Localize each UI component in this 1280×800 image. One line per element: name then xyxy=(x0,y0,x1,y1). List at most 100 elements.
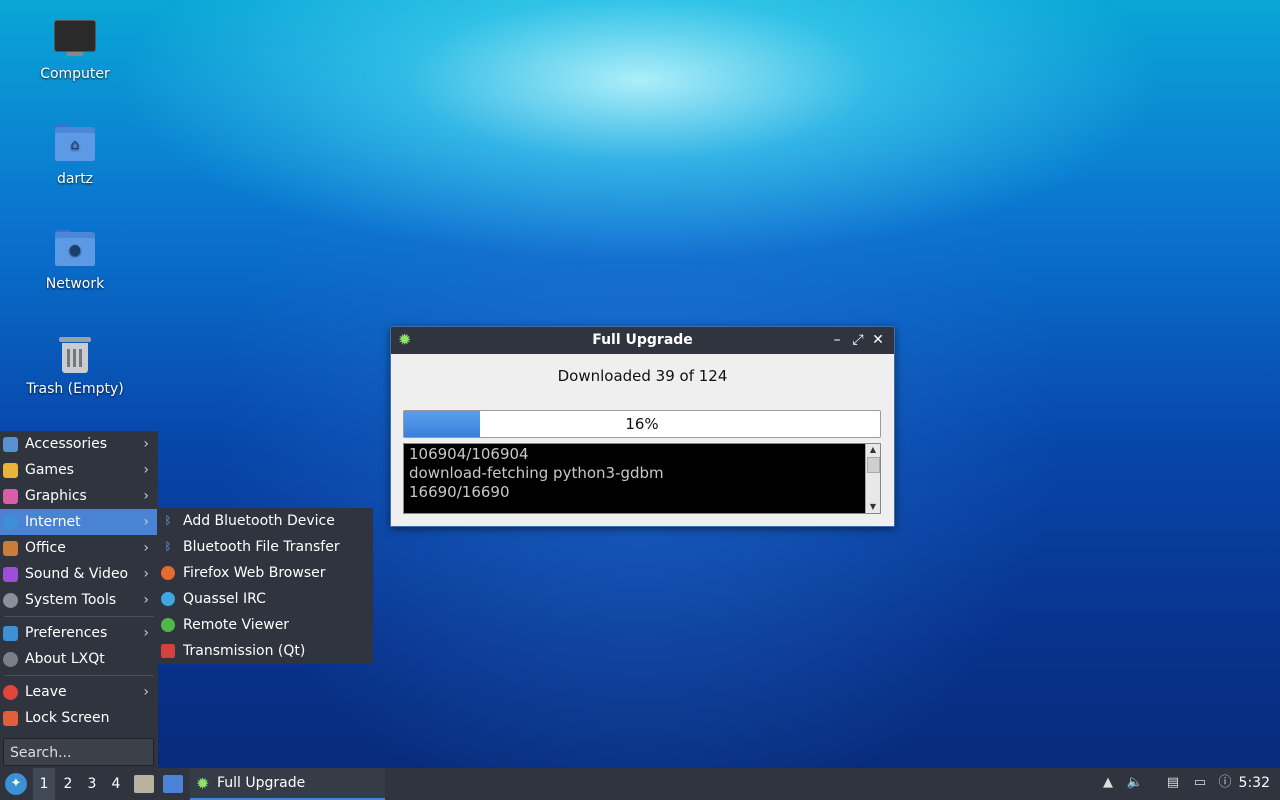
submenu-item-add-bluetooth[interactable]: ᛒ Add Bluetooth Device xyxy=(157,508,373,534)
menu-item-label: Preferences xyxy=(25,625,108,641)
menu-item-office[interactable]: Office › xyxy=(0,535,158,561)
menu-item-internet[interactable]: Internet › xyxy=(0,509,158,535)
clipboard-icon[interactable]: ▤ xyxy=(1164,774,1182,792)
submenu-item-label: Transmission (Qt) xyxy=(183,643,306,659)
file-manager-launcher-icon[interactable] xyxy=(134,775,154,793)
submenu-item-remote-viewer[interactable]: Remote Viewer xyxy=(157,612,373,638)
remote-viewer-icon xyxy=(161,618,175,632)
desktop-switch-2[interactable]: 2 xyxy=(57,768,79,800)
log-line: download-fetching python3-gdbm xyxy=(409,464,664,482)
sound-video-icon xyxy=(3,567,18,582)
preferences-icon xyxy=(3,626,18,641)
menu-item-about[interactable]: About LXQt xyxy=(0,646,158,672)
menu-search-input[interactable]: Search... xyxy=(3,738,154,766)
log-output[interactable]: 106904/106904 download-fetching python3-… xyxy=(403,443,881,514)
volume-icon[interactable]: 🔈 xyxy=(1126,774,1144,792)
application-menu: Accessories › Games › Graphics › Interne… xyxy=(0,431,158,768)
menu-separator xyxy=(4,616,154,617)
graphics-icon xyxy=(3,489,18,504)
start-menu-button[interactable]: ✦ xyxy=(5,773,27,795)
submenu-item-label: Firefox Web Browser xyxy=(183,565,326,581)
window-title: Full Upgrade xyxy=(592,332,693,348)
desktop-icon-label: Computer xyxy=(40,66,110,82)
submenu-item-label: Remote Viewer xyxy=(183,617,290,633)
desktop-switch-3[interactable]: 3 xyxy=(81,768,103,800)
progress-bar: 16% xyxy=(403,410,881,438)
log-scrollbar[interactable]: ▲ ▼ xyxy=(865,444,880,513)
info-icon xyxy=(3,652,18,667)
accessories-icon xyxy=(3,437,18,452)
network-folder-icon: ● xyxy=(53,228,97,272)
chevron-right-icon: › xyxy=(143,625,149,641)
minimize-button[interactable]: – xyxy=(829,331,845,349)
task-label: Full Upgrade xyxy=(217,775,306,791)
desktop-icon-label: Trash (Empty) xyxy=(26,381,124,397)
menu-item-system-tools[interactable]: System Tools › xyxy=(0,587,158,613)
menu-item-sound-video[interactable]: Sound & Video › xyxy=(0,561,158,587)
app-gear-icon: ✹ xyxy=(196,774,210,793)
notification-icon[interactable]: ⓘ xyxy=(1216,774,1234,792)
submenu-item-label: Bluetooth File Transfer xyxy=(183,539,340,555)
log-line: 16690/16690 xyxy=(409,483,510,501)
internet-submenu: ᛒ Add Bluetooth Device ᛒ Bluetooth File … xyxy=(157,508,373,664)
progress-label: 16% xyxy=(625,415,659,433)
desktop-icon-computer[interactable]: Computer xyxy=(20,18,130,82)
menu-item-label: System Tools xyxy=(25,592,117,608)
close-button[interactable]: ✕ xyxy=(870,331,886,349)
chevron-right-icon: › xyxy=(143,488,149,504)
show-desktop-icon[interactable] xyxy=(163,775,183,793)
menu-separator xyxy=(4,675,154,676)
home-folder-icon: ⌂ xyxy=(53,123,97,167)
transmission-icon xyxy=(161,644,175,658)
window-titlebar[interactable]: ✹ Full Upgrade – ⤢ ✕ xyxy=(391,327,894,354)
firefox-icon xyxy=(161,566,175,580)
menu-item-lock-screen[interactable]: Lock Screen xyxy=(0,705,158,731)
games-icon xyxy=(3,463,18,478)
menu-item-games[interactable]: Games › xyxy=(0,457,158,483)
submenu-item-bluetooth-transfer[interactable]: ᛒ Bluetooth File Transfer xyxy=(157,534,373,560)
full-upgrade-window: ✹ Full Upgrade – ⤢ ✕ Downloaded 39 of 12… xyxy=(390,326,895,527)
menu-item-leave[interactable]: Leave › xyxy=(0,679,158,705)
lock-icon xyxy=(3,711,18,726)
menu-item-label: Games xyxy=(25,462,74,478)
download-status: Downloaded 39 of 124 xyxy=(557,367,728,385)
chevron-right-icon: › xyxy=(143,540,149,556)
desktop-icon-label: dartz xyxy=(56,171,94,187)
menu-item-graphics[interactable]: Graphics › xyxy=(0,483,158,509)
maximize-button[interactable]: ⤢ xyxy=(850,331,866,349)
menu-item-label: Office xyxy=(25,540,66,556)
menu-item-preferences[interactable]: Preferences › xyxy=(0,620,158,646)
task-full-upgrade[interactable]: ✹ Full Upgrade xyxy=(190,768,385,800)
chevron-right-icon: › xyxy=(143,566,149,582)
chevron-right-icon: › xyxy=(143,514,149,530)
desktop-switch-4[interactable]: 4 xyxy=(105,768,127,800)
submenu-item-label: Add Bluetooth Device xyxy=(183,513,335,529)
submenu-item-firefox[interactable]: Firefox Web Browser xyxy=(157,560,373,586)
chevron-right-icon: › xyxy=(143,436,149,452)
desktop-icon-trash[interactable]: Trash (Empty) xyxy=(20,333,130,397)
scroll-up-arrow-icon[interactable]: ▲ xyxy=(866,444,880,456)
quassel-icon xyxy=(161,592,175,606)
submenu-item-quassel[interactable]: Quassel IRC xyxy=(157,586,373,612)
log-line: 106904/106904 xyxy=(409,445,529,463)
menu-item-label: Leave xyxy=(25,684,67,700)
desktop-switch-1[interactable]: 1 xyxy=(33,768,55,800)
clock[interactable]: 5:32 xyxy=(1239,775,1270,791)
submenu-item-label: Quassel IRC xyxy=(183,591,266,607)
menu-item-label: Internet xyxy=(25,514,81,530)
scroll-thumb[interactable] xyxy=(867,457,880,473)
desktop-icon-network[interactable]: ● Network xyxy=(20,228,130,292)
updates-tray-icon[interactable]: ▲ xyxy=(1099,774,1117,792)
menu-item-label: Lock Screen xyxy=(25,710,110,726)
menu-item-label: Accessories xyxy=(25,436,108,452)
internet-icon xyxy=(3,515,18,530)
trash-icon xyxy=(53,333,97,377)
scroll-down-arrow-icon[interactable]: ▼ xyxy=(866,501,880,513)
bluetooth-icon: ᛒ xyxy=(164,514,172,527)
power-icon xyxy=(3,685,18,700)
submenu-item-transmission[interactable]: Transmission (Qt) xyxy=(157,638,373,664)
network-status-icon[interactable]: ▭ xyxy=(1191,774,1209,792)
desktop-icon-home[interactable]: ⌂ dartz xyxy=(20,123,130,187)
office-icon xyxy=(3,541,18,556)
menu-item-accessories[interactable]: Accessories › xyxy=(0,431,158,457)
